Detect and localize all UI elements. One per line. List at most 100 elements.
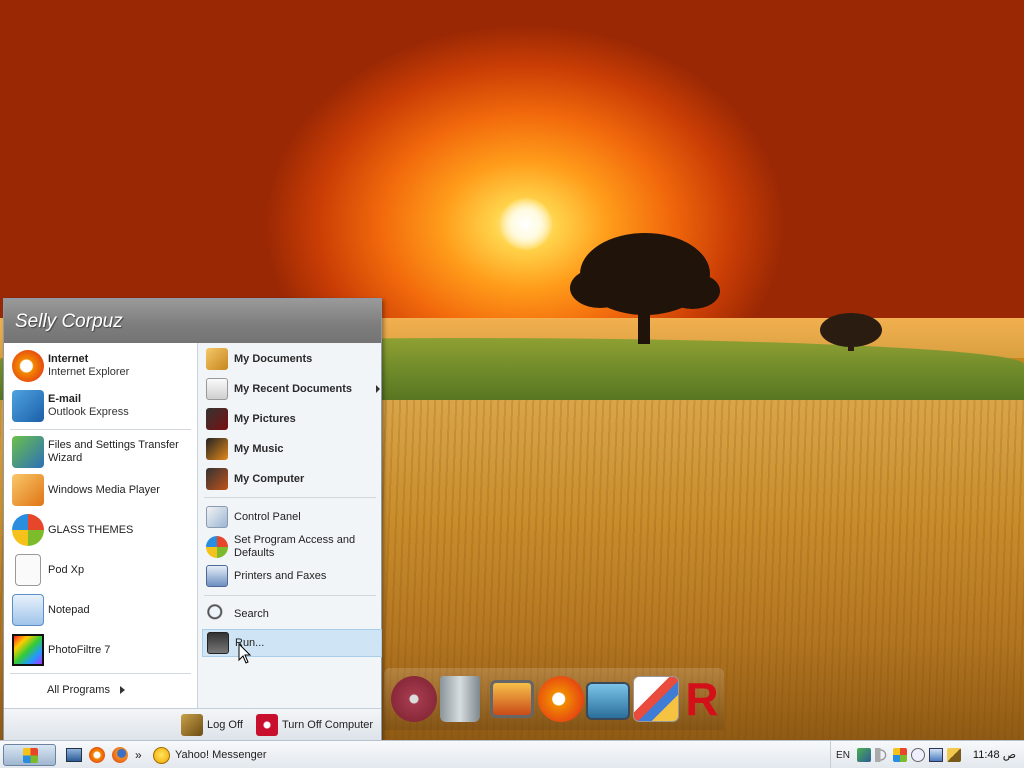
my-documents-label: My Documents bbox=[234, 353, 313, 365]
recent-pod-xp[interactable]: Pod Xp bbox=[12, 554, 192, 586]
taskbar: » Yahoo! Messenger EN 11:48 ص bbox=[0, 740, 1024, 768]
recent-notepad-label: Notepad bbox=[48, 603, 90, 616]
start-menu-right-pane: My Documents My Recent Documents My Pict… bbox=[197, 343, 382, 708]
recent-pod-xp-label: Pod Xp bbox=[48, 563, 85, 576]
run-icon bbox=[207, 632, 229, 654]
search-label: Search bbox=[234, 608, 269, 620]
control-panel-icon bbox=[206, 506, 228, 528]
monitor-icon[interactable] bbox=[586, 682, 630, 720]
my-recent-documents-icon bbox=[206, 378, 228, 400]
large-tree bbox=[570, 228, 720, 346]
sun bbox=[500, 198, 552, 250]
all-programs-button[interactable]: All Programs bbox=[44, 679, 184, 701]
pinned-email-title: E-mail bbox=[48, 393, 82, 405]
media-player-icon bbox=[12, 474, 44, 506]
my-computer-icon bbox=[206, 468, 228, 490]
blank-document-icon bbox=[15, 554, 41, 586]
messenger-status-icon[interactable] bbox=[911, 748, 925, 762]
volume-icon[interactable] bbox=[875, 748, 889, 762]
clock[interactable]: 11:48 ص bbox=[973, 748, 1016, 761]
recent-transfer-wizard[interactable]: Files and Settings Transfer Wizard bbox=[12, 436, 192, 468]
recent-notepad[interactable]: Notepad bbox=[12, 594, 192, 626]
pinned-internet-title: Internet bbox=[48, 353, 89, 365]
desktop-display-icon[interactable] bbox=[490, 680, 534, 718]
control-panel[interactable]: Control Panel bbox=[206, 505, 378, 529]
dvd-disc-icon[interactable] bbox=[391, 676, 437, 722]
printers-faxes[interactable]: Printers and Faxes bbox=[206, 564, 378, 588]
language-indicator[interactable]: EN bbox=[834, 750, 852, 761]
security-alert-icon[interactable] bbox=[893, 748, 907, 762]
recent-glass-themes-label: GLASS THEMES bbox=[48, 523, 134, 536]
start-menu-left-pane: Internet Internet Explorer E-mail Outlook … bbox=[4, 343, 197, 708]
arrow-right-icon bbox=[119, 686, 125, 694]
internet-explorer-icon[interactable] bbox=[89, 747, 105, 763]
notepad-icon bbox=[12, 594, 44, 626]
outlook-express-icon bbox=[12, 390, 44, 422]
my-computer-label: My Computer bbox=[234, 473, 305, 485]
recent-media-player[interactable]: Windows Media Player bbox=[12, 474, 192, 506]
my-music-label: My Music bbox=[234, 443, 284, 455]
printers-faxes-label: Printers and Faxes bbox=[234, 570, 327, 582]
internet-explorer-dock-icon[interactable] bbox=[538, 676, 584, 722]
recent-media-player-label: Windows Media Player bbox=[48, 483, 160, 496]
my-computer[interactable]: My Computer bbox=[206, 467, 378, 491]
start-menu-footer: Log Off Turn Off Computer bbox=[4, 708, 381, 740]
run[interactable]: Run... bbox=[202, 629, 382, 657]
firefox-icon[interactable] bbox=[112, 747, 128, 763]
set-program-access-label: Set Program Access and Defaults bbox=[234, 534, 356, 559]
my-recent-documents[interactable]: My Recent Documents bbox=[206, 377, 380, 401]
my-recent-documents-label: My Recent Documents bbox=[234, 383, 352, 395]
search-icon bbox=[206, 603, 228, 625]
my-documents[interactable]: My Documents bbox=[206, 347, 378, 371]
windows-logo-icon bbox=[23, 748, 38, 763]
printer-icon bbox=[206, 565, 228, 587]
start-menu: Selly Corpuz Internet Internet Explorer E… bbox=[3, 298, 382, 741]
pinned-internet-subtitle: Internet Explorer bbox=[48, 366, 130, 378]
quick-launch-overflow-icon[interactable]: » bbox=[135, 749, 142, 761]
power-icon bbox=[256, 714, 278, 736]
search[interactable]: Search bbox=[206, 602, 378, 626]
separator bbox=[10, 673, 191, 674]
all-programs-label: All Programs bbox=[47, 683, 110, 696]
yahoo-smiley-icon bbox=[153, 746, 170, 764]
recent-photofiltre[interactable]: PhotoFiltre 7 bbox=[12, 634, 192, 666]
log-off-button[interactable]: Log Off bbox=[181, 713, 251, 737]
pinned-internet[interactable]: Internet Internet Explorer bbox=[12, 350, 192, 382]
display-settings-icon[interactable] bbox=[929, 748, 943, 762]
control-panel-label: Control Panel bbox=[234, 511, 301, 523]
internet-explorer-icon bbox=[12, 350, 44, 382]
my-documents-icon bbox=[206, 348, 228, 370]
tools-icon[interactable] bbox=[947, 748, 961, 762]
show-desktop-icon[interactable] bbox=[66, 748, 82, 762]
turn-off-button[interactable]: Turn Off Computer bbox=[256, 713, 378, 737]
arrow-right-icon bbox=[376, 385, 380, 393]
quick-launch: » bbox=[64, 744, 146, 766]
my-pictures[interactable]: My Pictures bbox=[206, 407, 378, 431]
photofiltre-icon bbox=[12, 634, 44, 666]
recent-glass-themes[interactable]: GLASS THEMES bbox=[12, 514, 192, 546]
pinned-email[interactable]: E-mail Outlook Express bbox=[12, 390, 192, 422]
log-off-label: Log Off bbox=[207, 719, 243, 731]
transfer-wizard-icon bbox=[12, 436, 44, 468]
turn-off-label: Turn Off Computer bbox=[282, 719, 374, 731]
windows-orb-icon bbox=[12, 514, 44, 546]
set-program-access[interactable]: Set Program Access and Defaults bbox=[206, 532, 378, 562]
network-shield-icon[interactable] bbox=[857, 748, 871, 762]
separator bbox=[10, 429, 191, 430]
program-access-globe-icon bbox=[206, 536, 228, 558]
recycle-bin-icon[interactable] bbox=[440, 676, 480, 722]
start-menu-header: Selly Corpuz bbox=[4, 299, 381, 343]
separator bbox=[204, 497, 376, 498]
my-music-icon bbox=[206, 438, 228, 460]
paint-palette-icon[interactable] bbox=[633, 676, 679, 722]
separator bbox=[204, 595, 376, 596]
start-button[interactable] bbox=[3, 744, 56, 766]
taskbar-yahoo-messenger[interactable]: Yahoo! Messenger bbox=[153, 744, 333, 766]
recent-photofiltre-label: PhotoFiltre 7 bbox=[48, 643, 111, 656]
r-logo-icon[interactable]: R bbox=[683, 676, 721, 722]
user-name: Selly Corpuz bbox=[15, 311, 123, 332]
recent-transfer-wizard-label: Files and Settings Transfer Wizard bbox=[48, 439, 179, 464]
my-music[interactable]: My Music bbox=[206, 437, 378, 461]
yahoo-messenger-label: Yahoo! Messenger bbox=[175, 749, 267, 761]
key-icon bbox=[181, 714, 203, 736]
